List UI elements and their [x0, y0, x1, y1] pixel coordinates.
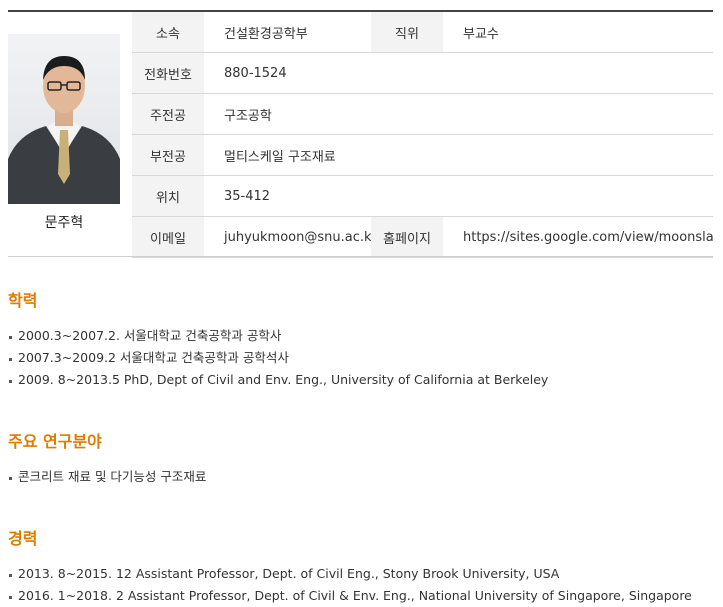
info-label: 위치 [132, 175, 204, 217]
info-value: 35-412 [204, 175, 713, 217]
info-label: 직위 [371, 12, 443, 53]
info-value: 부교수 [443, 12, 713, 53]
list-item: 2007.3~2009.2 서울대학교 건축공학과 공학석사 [8, 347, 713, 369]
professor-name: 문주혁 [44, 215, 84, 231]
info-row-affiliation: 소속 건설환경공학부 직위 부교수 [132, 12, 713, 53]
info-row-location: 위치 35-412 [132, 175, 713, 217]
info-row-contact: 이메일 juhyukmoon@snu.ac.kr 홈페이지 https://si… [132, 216, 713, 258]
education-list: 2000.3~2007.2. 서울대학교 건축공학과 공학사 2007.3~20… [8, 325, 713, 391]
info-value: 구조공학 [204, 93, 713, 135]
email-link[interactable]: juhyukmoon@snu.ac.kr [204, 216, 371, 258]
person-portrait-icon [8, 56, 120, 204]
list-item: 2013. 8~2015. 12 Assistant Professor, De… [8, 563, 713, 585]
info-label: 소속 [132, 12, 204, 53]
education-section: 학력 2000.3~2007.2. 서울대학교 건축공학과 공학사 2007.3… [8, 287, 713, 391]
career-list: 2013. 8~2015. 12 Assistant Professor, De… [8, 563, 713, 607]
info-label: 전화번호 [132, 52, 204, 94]
info-value: 멀티스케일 구조재료 [204, 134, 713, 176]
info-label: 이메일 [132, 216, 204, 258]
info-label: 주전공 [132, 93, 204, 135]
research-list: 콘크리트 재료 및 다기능성 구조재료 [8, 466, 713, 488]
list-item: 2000.3~2007.2. 서울대학교 건축공학과 공학사 [8, 325, 713, 347]
table-bottom-divider [8, 256, 713, 257]
profile-photo [8, 34, 120, 204]
info-value: 880-1524 [204, 52, 713, 94]
info-label: 홈페이지 [371, 216, 443, 258]
research-section: 주요 연구분야 콘크리트 재료 및 다기능성 구조재료 [8, 428, 713, 488]
list-item: 2016. 1~2018. 2 Assistant Professor, Dep… [8, 585, 713, 607]
info-table: 소속 건설환경공학부 직위 부교수 전화번호 880-1524 주전공 구조공학… [132, 12, 713, 258]
info-value: 건설환경공학부 [204, 12, 371, 53]
list-item: 2009. 8~2013.5 PhD, Dept of Civil and En… [8, 369, 713, 391]
info-row-phone: 전화번호 880-1524 [132, 52, 713, 94]
info-row-minor: 부전공 멀티스케일 구조재료 [132, 134, 713, 176]
homepage-link[interactable]: https://sites.google.com/view/moonslab [443, 216, 713, 258]
career-section: 경력 2013. 8~2015. 12 Assistant Professor,… [8, 525, 713, 607]
section-title-education: 학력 [8, 291, 38, 310]
info-row-major: 주전공 구조공학 [132, 93, 713, 135]
info-label: 부전공 [132, 134, 204, 176]
profile-card: 문주혁 [8, 34, 120, 232]
section-title-career: 경력 [8, 529, 38, 548]
section-title-research: 주요 연구분야 [8, 432, 102, 451]
list-item: 콘크리트 재료 및 다기능성 구조재료 [8, 466, 713, 488]
